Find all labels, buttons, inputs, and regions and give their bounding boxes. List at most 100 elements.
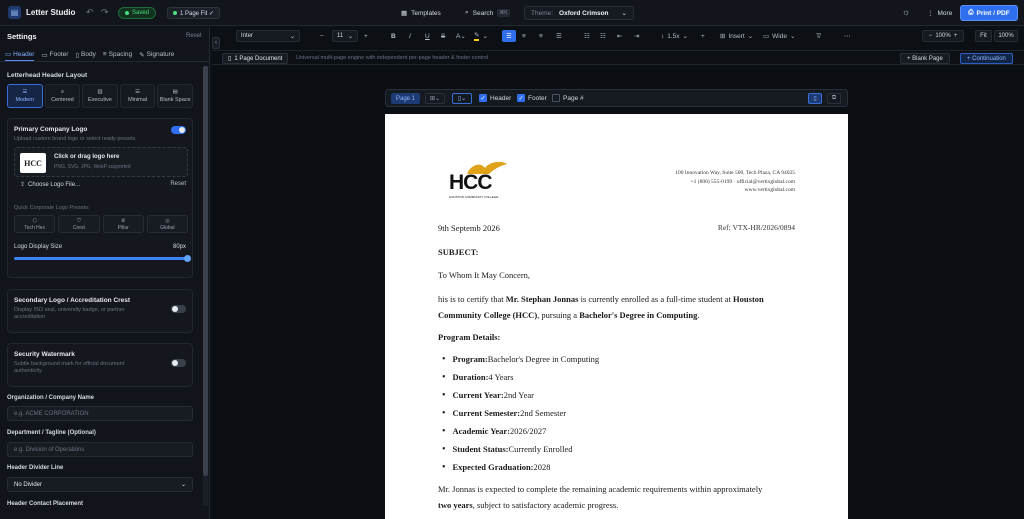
search-button[interactable]: ⌕ Search ⌘K [458, 6, 517, 20]
preset-global[interactable]: ◎ Global [146, 215, 188, 233]
add-button[interactable]: + [701, 28, 705, 44]
printer-icon: ⎙ [968, 9, 974, 16]
footer-checkbox[interactable]: ✓ Footer [517, 94, 547, 102]
outdent-button[interactable]: ⇤ [617, 28, 622, 44]
print-label: Print / PDF [976, 9, 1010, 17]
redo-icon[interactable]: ↷ [101, 7, 109, 18]
align-left-button[interactable]: ☰ [502, 30, 516, 42]
layout-modern[interactable]: ☰ Modern [7, 84, 43, 108]
font-size-select[interactable]: 11 ⌄ [332, 30, 358, 42]
slider-fill [14, 257, 188, 260]
tab-footer[interactable]: ▭ Footer [41, 48, 68, 61]
tab-signature[interactable]: ✎ Signature [139, 48, 174, 61]
increase-size-button[interactable]: + [364, 28, 368, 44]
sun-icon[interactable]: ☼ [902, 7, 910, 17]
search-shortcut: ⌘K [497, 9, 510, 17]
font-family-select[interactable]: Inter ⌄ [236, 30, 300, 42]
sidebar-scrollbar[interactable] [203, 66, 208, 506]
add-page-button[interactable]: ⊞⌄ [425, 93, 445, 104]
bullet-list-button[interactable]: ☷ [584, 28, 590, 44]
more-button[interactable]: ⋮ More [920, 6, 959, 20]
layout-executive[interactable]: ▥ Executive [82, 84, 118, 108]
align-right-button[interactable]: ≡ [539, 28, 543, 44]
layout-blank-space[interactable]: ▤ Blank Space [157, 84, 193, 108]
justify-button[interactable]: ☰ [556, 28, 562, 44]
single-page-view-button[interactable]: ▯ [808, 93, 822, 104]
choose-logo-button[interactable]: ⇪ Choose Logo File... [20, 181, 80, 189]
underline-button[interactable]: U [425, 28, 430, 44]
org-name-input[interactable]: e.g. ACME CORPORATION [7, 406, 193, 421]
zoom-out-button[interactable]: − [929, 33, 933, 39]
document-tab[interactable]: ▯ 1 Page Document [222, 53, 289, 64]
page-badge[interactable]: Page 1 [391, 93, 421, 104]
logo-reset-button[interactable]: Reset [170, 181, 186, 187]
watermark-toggle[interactable] [171, 359, 186, 367]
primary-logo-toggle[interactable] [171, 126, 186, 134]
preset-pillar[interactable]: Ⅲ Pillar [102, 215, 144, 233]
preset-label: Tech Hex [24, 224, 46, 231]
line-spacing-select[interactable]: ↕ 1.5x ⌄ [661, 28, 688, 44]
logo-dropzone[interactable]: HCC Click or drag logo here PNG, SVG, JP… [14, 147, 188, 177]
layout-minimal[interactable]: ☰ Minimal [119, 84, 156, 108]
preset-tech-hex[interactable]: ⬡ Tech Hex [14, 215, 56, 233]
scrollbar-thumb[interactable] [203, 66, 208, 476]
divider-line-select[interactable]: No Divider ⌄ [7, 477, 193, 492]
strikethrough-button[interactable]: S [441, 28, 445, 44]
print-pdf-button[interactable]: ⎙ Print / PDF [960, 5, 1018, 21]
layout-centered[interactable]: ≡ Centered [44, 84, 81, 108]
clear-format-button[interactable]: T̸ [816, 28, 820, 44]
saved-label: Saved [132, 10, 150, 16]
zoom-control[interactable]: −100% + [922, 30, 964, 42]
slider-handle[interactable] [184, 255, 191, 262]
numbered-list-button[interactable]: ☷ [600, 28, 606, 44]
tab-body[interactable]: ▯ Body [75, 48, 95, 61]
more-format-button[interactable]: ⋯ [844, 28, 851, 44]
sidebar-reset-link[interactable]: Reset [186, 33, 202, 39]
fit-button[interactable]: Fit [975, 30, 992, 42]
undo-icon[interactable]: ↶ [86, 7, 94, 18]
page-number-checkbox[interactable]: Page # [552, 94, 584, 102]
tab-header[interactable]: ▭ Header [5, 48, 35, 61]
header-checkbox[interactable]: ✓ Header [479, 94, 511, 102]
align-center-button[interactable]: ≡ [522, 28, 526, 44]
bold-button[interactable]: B [391, 28, 396, 44]
detail-value: 4 Years [488, 372, 514, 382]
zoom-reset-button[interactable]: 100% [994, 30, 1018, 42]
text-color-button[interactable]: A⌄ [456, 28, 466, 44]
footer-checkbox-label: Footer [528, 94, 547, 102]
secondary-logo-toggle[interactable] [171, 305, 186, 313]
italic-button[interactable]: I [409, 28, 411, 44]
decrease-size-button[interactable]: − [320, 28, 324, 44]
templates-button[interactable]: ▦ Templates [394, 6, 448, 20]
page-fit-badge[interactable]: 1 Page Fit ✓ [167, 7, 221, 19]
blank-page-button[interactable]: + Blank Page [900, 53, 950, 64]
width-label: Wide [772, 32, 787, 40]
indent-button[interactable]: ⇥ [634, 28, 639, 44]
tab-spacing[interactable]: ≡ Spacing [103, 48, 132, 61]
top-bar: ▤ Letter Studio ↶ ↷ Saved 1 Page Fit ✓ ▦… [0, 0, 1024, 26]
zoom-in-button[interactable]: + [954, 33, 958, 39]
logo-size-slider[interactable] [14, 255, 191, 262]
layout-label: Executive [88, 97, 112, 103]
page-type-button[interactable]: ▯⌄ [452, 93, 472, 104]
width-icon: ▭ [763, 33, 770, 40]
preset-crest[interactable]: ⛉ Crest [58, 215, 100, 233]
globe-icon: ◎ [165, 217, 170, 224]
program-details-heading: Program Details: [438, 332, 501, 342]
letter-page[interactable]: HCC HOUSTON COMMUNITY COLLEGE 100 Innova… [385, 114, 848, 519]
insert-menu[interactable]: ⊞ Insert ⌄ [720, 28, 753, 44]
highlight-button[interactable]: ✎ ⌄ [474, 28, 488, 44]
copy-page-button[interactable]: ⧉ [827, 93, 841, 104]
detail-key: Current Year: [452, 390, 504, 400]
theme-select[interactable]: Theme: Oxford Crimson ⌄ [524, 6, 634, 20]
company-logo: HCC HOUSTON COMMUNITY COLLEGE [449, 160, 507, 200]
collapse-sidebar-button[interactable]: ‹ [212, 37, 220, 49]
continuation-button[interactable]: + Continuation [960, 53, 1013, 64]
detail-value: Bachelor's Degree in Computing [487, 354, 600, 364]
address-line: 100 Innovation Way, Suite 500, Tech Plaz… [675, 170, 795, 176]
width-menu[interactable]: ▭ Wide ⌄ [763, 28, 795, 44]
degree-name: Bachelor's Degree in Computing [579, 309, 698, 320]
layout-label: Minimal [128, 97, 148, 103]
department-input[interactable]: e.g. Division of Operations [7, 442, 193, 457]
website-line: www.vertixglobal.com [744, 187, 795, 193]
